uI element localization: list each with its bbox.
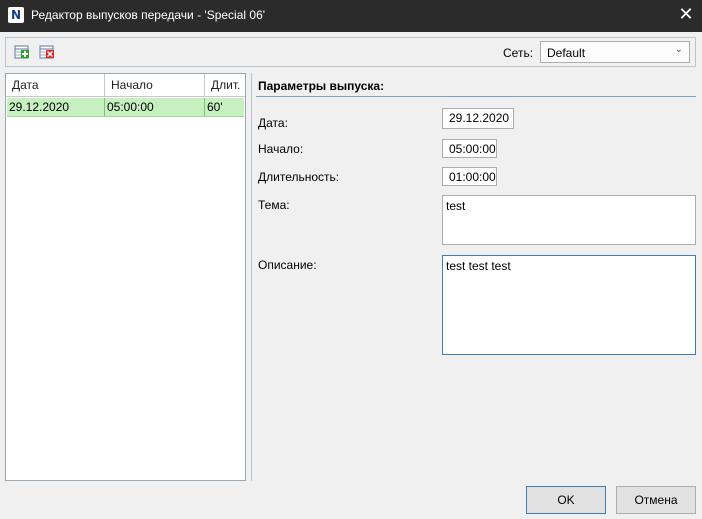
row-duration: 60': [207, 100, 223, 114]
add-release-icon[interactable]: [14, 44, 30, 60]
network-value: Default: [547, 46, 586, 60]
delete-release-icon[interactable]: [39, 44, 55, 60]
description-label: Описание:: [258, 258, 317, 272]
close-icon[interactable]: ✕: [670, 0, 702, 32]
table-row[interactable]: 29.12.2020 05:00:00 60': [7, 98, 244, 117]
start-field[interactable]: 05:00:00: [442, 139, 497, 158]
network-label: Сеть:: [503, 46, 534, 60]
cancel-button[interactable]: Отмена: [616, 486, 696, 514]
ok-button[interactable]: OK: [526, 486, 606, 514]
topic-field[interactable]: test: [442, 195, 696, 245]
app-logo-icon: N: [8, 7, 24, 23]
row-start: 05:00:00: [105, 98, 205, 116]
duration-label: Длительность:: [258, 170, 340, 184]
date-label: Дата:: [258, 116, 288, 130]
releases-list[interactable]: Дата Начало Длит. 29.12.2020 05:00:00 60…: [5, 73, 246, 481]
column-header-duration[interactable]: Длит.: [205, 74, 245, 96]
description-field[interactable]: test test test: [442, 255, 696, 355]
section-divider: [256, 96, 696, 97]
column-header-start[interactable]: Начало: [105, 74, 205, 96]
params-section-title: Параметры выпуска:: [258, 79, 385, 93]
chevron-down-icon: ⌄: [674, 44, 683, 55]
toolbar: Сеть: Default ⌄: [5, 37, 696, 67]
column-header-date[interactable]: Дата: [6, 74, 105, 96]
row-date: 29.12.2020: [7, 98, 105, 116]
network-select[interactable]: Default ⌄: [540, 41, 690, 63]
start-label: Начало:: [258, 142, 304, 156]
duration-field[interactable]: 01:00:00: [442, 167, 497, 186]
panel-splitter[interactable]: [251, 73, 252, 481]
title-bar: N Редактор выпусков передачи - 'Special …: [0, 0, 702, 32]
date-field[interactable]: 29.12.2020: [442, 108, 514, 129]
list-header: Дата Начало Длит.: [6, 74, 245, 97]
window-title: Редактор выпусков передачи - 'Special 06…: [31, 8, 266, 22]
topic-label: Тема:: [258, 198, 290, 212]
